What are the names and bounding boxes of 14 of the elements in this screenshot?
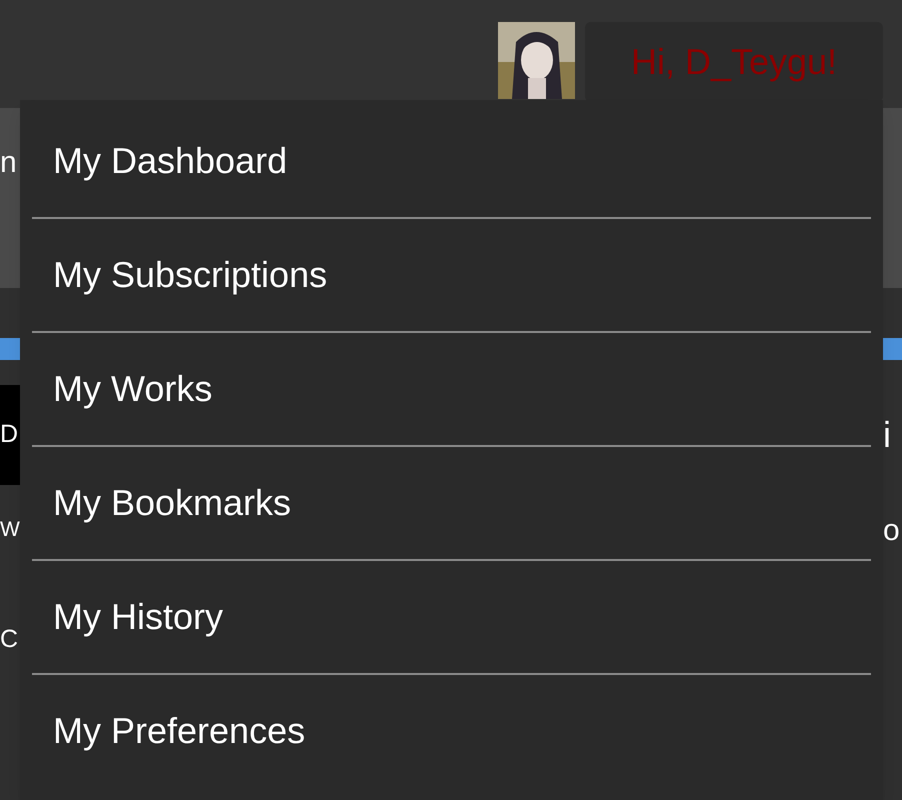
menu-item[interactable]: My Bookmarks <box>32 447 871 559</box>
row-text: o <box>883 512 900 548</box>
row-text: C <box>0 624 18 656</box>
menu-item[interactable]: My Preferences <box>32 675 871 787</box>
banner-text: n <box>0 146 17 179</box>
progress-strip <box>0 338 20 360</box>
menu-item[interactable]: My Dashboard <box>32 105 871 217</box>
thumbnail-text: D <box>0 419 18 450</box>
menu-item[interactable]: My Works <box>32 333 871 445</box>
menu-item[interactable]: My History <box>32 561 871 673</box>
menu-item[interactable]: My Subscriptions <box>32 219 871 331</box>
row-text: i <box>883 413 891 457</box>
progress-strip <box>883 338 902 360</box>
row-text: W <box>0 517 20 544</box>
